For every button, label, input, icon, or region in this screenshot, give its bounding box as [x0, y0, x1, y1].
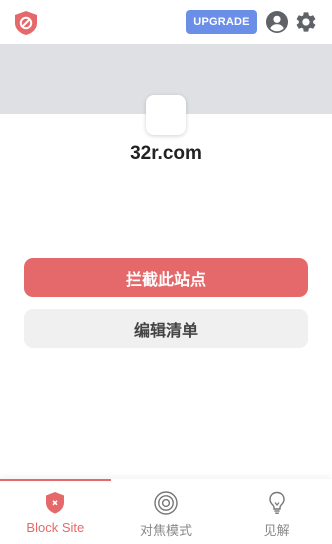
block-site-button[interactable]: 拦截此站点 [24, 258, 308, 297]
gear-icon[interactable] [294, 10, 318, 34]
nav-label-focus-mode: 对焦模式 [140, 524, 193, 539]
site-domain: 32r.com [130, 143, 202, 164]
lightbulb-icon [268, 491, 285, 514]
nav-label-block-site: Block Site [26, 520, 85, 535]
nav-item-block-site[interactable]: Block Site [0, 479, 111, 544]
shield-block-icon[interactable] [13, 10, 39, 36]
bottom-nav: Block Site 对焦模式 见解 [0, 479, 332, 544]
nav-item-focus-mode[interactable]: 对焦模式 [111, 479, 222, 544]
account-circle-icon[interactable] [266, 11, 288, 33]
site-favicon [146, 95, 186, 135]
shield-x-icon [46, 492, 65, 514]
upgrade-button[interactable]: UPGRADE [186, 10, 257, 34]
target-icon [154, 491, 178, 515]
top-bar: UPGRADE [0, 0, 332, 44]
nav-label-insights: 见解 [263, 524, 290, 539]
nav-item-insights[interactable]: 见解 [221, 479, 332, 544]
edit-list-button[interactable]: 编辑清单 [24, 309, 308, 348]
